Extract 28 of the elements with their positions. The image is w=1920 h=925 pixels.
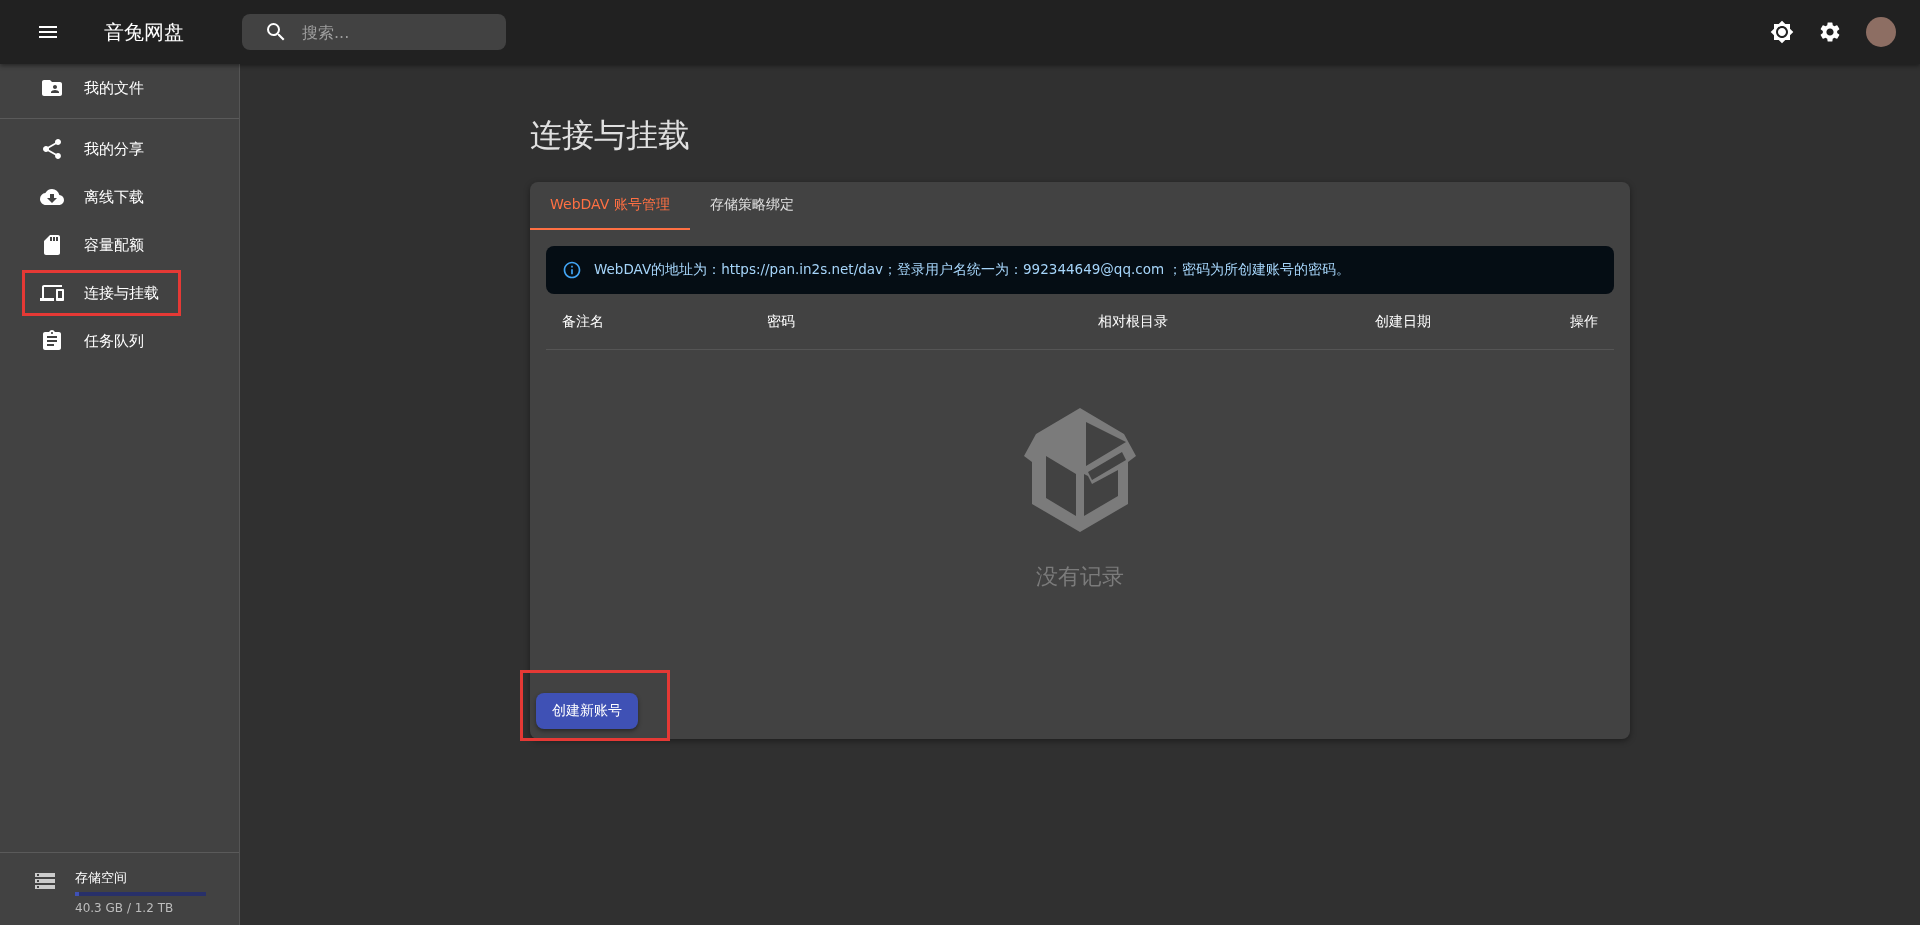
sidebar-item[interactable]: 任务队列	[0, 317, 239, 365]
brightness-button[interactable]	[1770, 20, 1794, 44]
info-text: WebDAV的地址为：https://pan.in2s.net/dav；登录用户名统一为：992344649@qq.com ；密码为所创建账号的密码。	[594, 261, 1351, 279]
sidebar-item[interactable]: 离线下载	[0, 173, 239, 221]
search-field[interactable]: 搜索...	[242, 14, 506, 50]
search-input[interactable]: 搜索...	[300, 21, 490, 43]
create-account-button[interactable]: 创建新账号	[536, 693, 638, 729]
sidebar-item[interactable]: 我的文件	[0, 64, 239, 112]
storage-label: 存储空间	[75, 869, 128, 887]
share-icon	[40, 137, 64, 161]
app-title: 音兔网盘	[104, 18, 185, 46]
sidebar-item[interactable]: 连接与挂载	[0, 269, 239, 317]
info-icon	[562, 260, 582, 280]
empty-text: 没有记录	[1036, 563, 1124, 591]
storage-reading: 40.3 GB / 1.2 TB	[75, 901, 175, 915]
column-header: 备注名	[562, 312, 605, 331]
page-title: 连接与挂载	[530, 115, 691, 156]
avatar[interactable]	[1866, 17, 1896, 47]
column-header: 创建日期	[1375, 312, 1432, 331]
tab[interactable]: 存储策略绑定	[689, 182, 814, 230]
column-header: 操作	[1569, 312, 1598, 331]
column-header: 密码	[767, 312, 796, 331]
settings-button[interactable]	[1818, 20, 1842, 44]
sidebar-item[interactable]: 我的分享	[0, 125, 239, 173]
column-header: 相对根目录	[1098, 312, 1169, 331]
clipboard-icon	[40, 329, 64, 353]
sidebar-item[interactable]: 容量配额	[0, 221, 239, 269]
tab[interactable]: WebDAV 账号管理	[530, 182, 690, 230]
